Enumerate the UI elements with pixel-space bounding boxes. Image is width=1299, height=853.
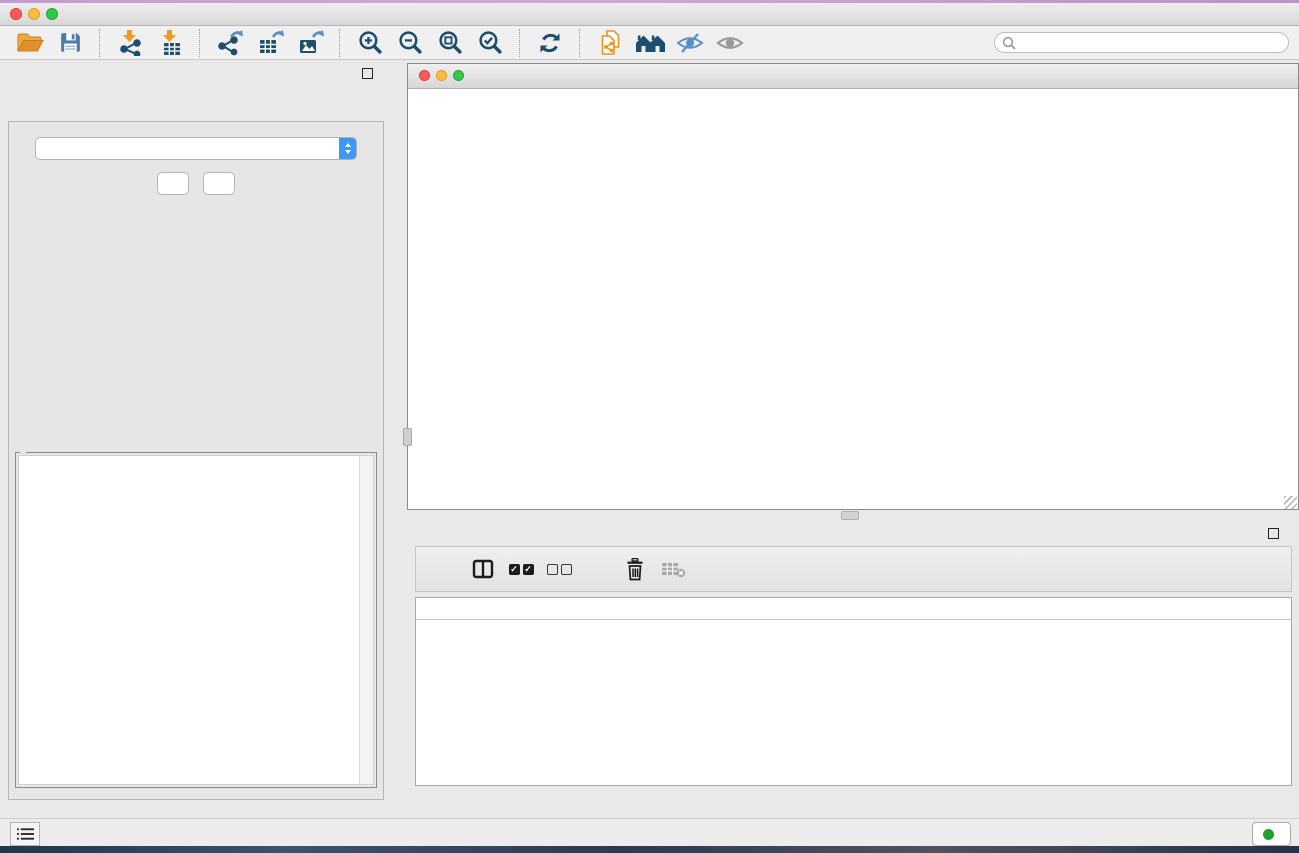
delete-column-button[interactable] xyxy=(616,550,654,588)
trash-icon xyxy=(625,558,645,581)
network-graph xyxy=(408,89,1298,510)
divider-handle-horizontal[interactable] xyxy=(841,511,859,520)
run-mcds-button[interactable] xyxy=(157,172,189,195)
mcds-tab-content xyxy=(8,121,384,800)
home-icon xyxy=(635,31,666,55)
table-panel-header xyxy=(407,520,1299,548)
control-panel-header xyxy=(0,60,393,88)
save-session-button[interactable] xyxy=(52,28,88,58)
export-image-button[interactable] xyxy=(292,28,328,58)
dropdown-stepper[interactable] xyxy=(339,138,356,159)
zoom-selected-icon xyxy=(477,29,504,56)
export-network-button[interactable] xyxy=(212,28,248,58)
float-panel-icon[interactable] xyxy=(362,68,373,79)
status-bar xyxy=(0,818,1299,846)
toolbar-separator xyxy=(199,29,201,57)
add-column-button[interactable] xyxy=(578,550,616,588)
table-header-row xyxy=(416,598,1291,620)
table-settings-button[interactable] xyxy=(426,550,464,588)
deselect-all-button[interactable] xyxy=(540,550,578,588)
zoom-window-button[interactable] xyxy=(46,8,58,20)
memory-button[interactable] xyxy=(1252,822,1291,846)
zoom-in-icon xyxy=(357,29,384,56)
node-table xyxy=(415,597,1292,786)
toolbar-separator xyxy=(99,29,101,57)
window-titlebar xyxy=(0,3,1299,26)
table-tabs-row xyxy=(407,808,1299,813)
float-panel-icon[interactable] xyxy=(1268,528,1279,539)
main-toolbar xyxy=(0,26,1299,60)
export-image-icon xyxy=(297,29,324,56)
network-minimize-button[interactable] xyxy=(436,70,447,81)
eye-slash-icon xyxy=(676,31,704,55)
mcds-result-list xyxy=(18,455,374,785)
delete-table-button[interactable] xyxy=(654,550,692,588)
window-resize-grip[interactable] xyxy=(1284,496,1297,509)
home-button[interactable] xyxy=(632,28,668,58)
hide-panels-button[interactable] xyxy=(672,28,708,58)
import-table-icon xyxy=(157,29,184,56)
network-close-button[interactable] xyxy=(419,70,430,81)
export-table-button[interactable] xyxy=(252,28,288,58)
criterion-dropdown[interactable] xyxy=(35,137,357,160)
column-view-icon xyxy=(472,559,494,579)
zoom-in-button[interactable] xyxy=(352,28,388,58)
control-panel xyxy=(0,60,393,818)
folder-open-icon xyxy=(16,31,45,55)
toolbar-separator xyxy=(339,29,341,57)
zoom-fit-button[interactable] xyxy=(432,28,468,58)
refresh-icon xyxy=(537,30,563,56)
list-icon xyxy=(17,827,34,841)
refresh-button[interactable] xyxy=(532,28,568,58)
zoom-out-icon xyxy=(397,29,424,56)
unchecked-checkboxes-icon xyxy=(547,564,572,575)
duplicate-network-icon xyxy=(597,29,624,57)
result-scrollbar[interactable] xyxy=(359,456,373,784)
toolbar-separator xyxy=(579,29,581,57)
network-canvas[interactable] xyxy=(408,89,1298,510)
chevron-up-icon xyxy=(345,143,351,147)
status-menu-button[interactable] xyxy=(10,822,40,846)
network-window xyxy=(407,63,1299,510)
table-delete-icon xyxy=(661,560,686,578)
open-file-button[interactable] xyxy=(12,28,48,58)
import-table-button[interactable] xyxy=(152,28,188,58)
duplicate-network-button[interactable] xyxy=(592,28,628,58)
import-network-button[interactable] xyxy=(112,28,148,58)
save-icon xyxy=(58,30,83,55)
table-panel: ✓✓ xyxy=(407,520,1299,818)
export-table-icon xyxy=(257,29,284,56)
mcds-result-fieldset xyxy=(15,452,377,788)
export-network-icon xyxy=(217,29,244,56)
close-window-button[interactable] xyxy=(10,8,22,20)
eye-icon xyxy=(716,31,744,55)
network-zoom-button[interactable] xyxy=(453,70,464,81)
show-panels-button[interactable] xyxy=(712,28,748,58)
minimize-window-button[interactable] xyxy=(28,8,40,20)
search-icon xyxy=(1002,36,1016,50)
show-columns-button[interactable] xyxy=(464,550,502,588)
zoom-fit-icon xyxy=(437,29,464,56)
memory-status-dot xyxy=(1263,829,1274,840)
desktop-background xyxy=(0,846,1299,853)
zoom-selected-button[interactable] xyxy=(472,28,508,58)
search-box[interactable] xyxy=(994,32,1289,53)
divider-handle-vertical[interactable] xyxy=(403,428,412,446)
checked-checkboxes-icon: ✓✓ xyxy=(509,564,534,575)
function-builder-button[interactable] xyxy=(692,550,730,588)
chevron-down-icon xyxy=(345,150,351,154)
table-body xyxy=(416,620,1291,623)
toolbar-separator xyxy=(519,29,521,57)
search-input[interactable] xyxy=(1021,34,1281,51)
select-all-button[interactable]: ✓✓ xyxy=(502,550,540,588)
network-window-titlebar[interactable] xyxy=(408,64,1298,89)
close-panel-button[interactable] xyxy=(203,172,235,195)
application-window: ✓✓ xyxy=(0,0,1299,853)
dropdown-value xyxy=(36,138,339,159)
zoom-out-button[interactable] xyxy=(392,28,428,58)
import-network-icon xyxy=(117,29,144,56)
table-toolbar: ✓✓ xyxy=(415,546,1292,592)
